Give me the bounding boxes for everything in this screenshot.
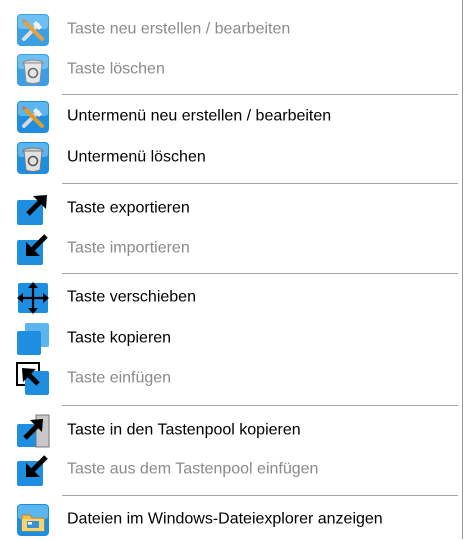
- menu-item-label: Taste einfügen: [67, 369, 172, 387]
- menu-item-export-key[interactable]: Taste exportieren: [0, 189, 462, 229]
- menu-item-label: Dateien im Windows-Dateiexplorer anzeige…: [67, 510, 383, 528]
- menu-item-label: Taste in den Tastenpool kopieren: [67, 421, 301, 439]
- context-menu: Taste neu erstellen / bearbeiten Taste l…: [0, 0, 463, 539]
- menu-item-delete-key[interactable]: Taste löschen: [0, 50, 462, 90]
- tools-icon: [16, 13, 50, 47]
- import-arrow-icon: [16, 232, 50, 266]
- separator: [62, 495, 458, 496]
- menu-item-label: Taste verschieben: [67, 288, 196, 306]
- menu-item-label: Taste kopieren: [67, 329, 172, 347]
- menu-item-copy-to-pool[interactable]: Taste in den Tastenpool kopieren: [0, 411, 462, 451]
- menu-item-label: Taste importieren: [67, 239, 190, 257]
- separator: [62, 183, 458, 184]
- menu-item-label: Taste neu erstellen / bearbeiten: [67, 20, 291, 38]
- recycle-bin-icon: [16, 53, 50, 87]
- export-arrow-icon: [16, 192, 50, 226]
- separator: [62, 405, 458, 406]
- menu-item-label: Taste aus dem Tastenpool einfügen: [67, 460, 319, 478]
- menu-item-create-edit-key[interactable]: Taste neu erstellen / bearbeiten: [0, 10, 462, 50]
- separator: [62, 273, 458, 274]
- file-explorer-icon: [16, 503, 50, 537]
- menu-item-label: Taste exportieren: [67, 199, 190, 217]
- menu-item-paste-key[interactable]: Taste einfügen: [0, 359, 462, 399]
- paste-icon: [16, 362, 50, 396]
- tools-icon: [16, 100, 50, 134]
- menu-item-label: Untermenü neu erstellen / bearbeiten: [67, 107, 332, 125]
- pool-copy-icon: [16, 414, 50, 448]
- menu-item-paste-from-pool[interactable]: Taste aus dem Tastenpool einfügen: [0, 450, 462, 490]
- menu-item-move-key[interactable]: Taste verschieben: [0, 278, 462, 318]
- menu-item-import-key[interactable]: Taste importieren: [0, 229, 462, 269]
- menu-item-create-edit-submenu[interactable]: Untermenü neu erstellen / bearbeiten: [0, 97, 462, 137]
- menu-item-label: Taste löschen: [67, 60, 165, 78]
- separator: [62, 94, 458, 95]
- menu-item-copy-key[interactable]: Taste kopieren: [0, 319, 462, 359]
- menu-item-show-in-explorer[interactable]: Dateien im Windows-Dateiexplorer anzeige…: [0, 500, 462, 540]
- move-arrows-icon: [16, 281, 50, 315]
- copy-icon: [16, 322, 50, 356]
- menu-item-delete-submenu[interactable]: Untermenü löschen: [0, 138, 462, 178]
- recycle-bin-icon: [16, 141, 50, 175]
- pool-paste-icon: [16, 453, 50, 487]
- menu-item-label: Untermenü löschen: [67, 148, 206, 166]
